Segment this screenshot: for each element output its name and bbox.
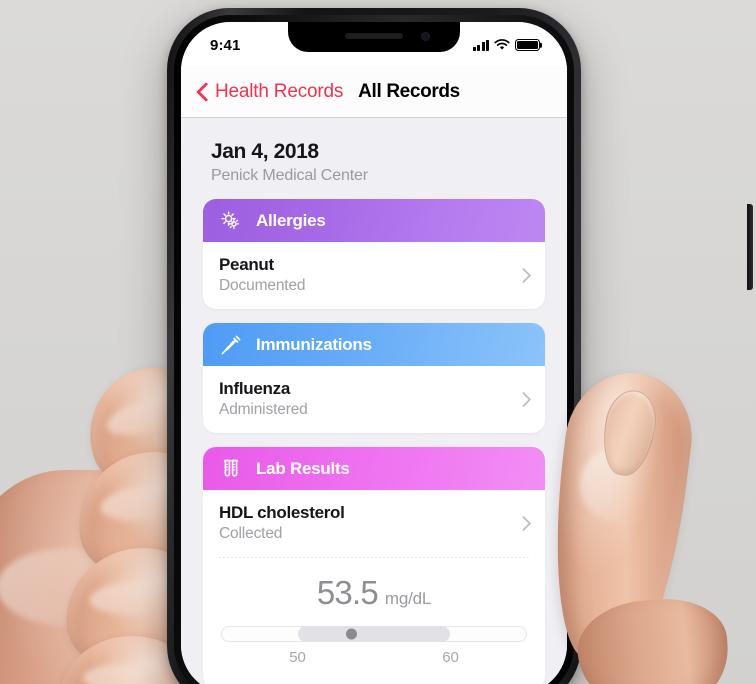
record-row-peanut[interactable]: Peanut Documented [203,242,545,309]
records-list[interactable]: Jan 4, 2018 Penick Medical Center Allerg… [181,118,567,684]
test-tubes-icon [219,457,243,481]
status-indicators [472,39,540,51]
chevron-left-icon [197,82,209,102]
wifi-icon [494,39,510,50]
smartphone-device: 9:41 Health Records All Records Jan 4, 2… [167,8,753,684]
chevron-right-icon [518,266,529,284]
status-time: 9:41 [210,36,241,54]
card-header-allergies: Allergies [203,199,545,242]
chevron-right-icon [518,390,529,408]
page-title: All Records [358,80,460,102]
row-text: HDL cholesterol Collected [219,503,508,543]
card-header-lab-results: Lab Results [203,447,545,490]
reference-range-track [221,626,527,642]
card-title-immunizations: Immunizations [256,334,372,354]
range-high-label: 60 [442,649,459,666]
thumb-knuckle [574,594,732,684]
record-date: Jan 4, 2018 [211,140,319,163]
row-subtitle: Administered [219,401,308,418]
lab-value-number: 53.5 [316,574,379,611]
cellular-signal-icon [472,39,489,51]
navigation-bar: Health Records All Records [181,66,567,118]
phone-screen: 9:41 Health Records All Records Jan 4, 2… [181,22,567,684]
card-title-allergies: Allergies [256,210,326,230]
record-row-hdl-cholesterol[interactable]: HDL cholesterol Collected [203,490,545,557]
reference-range-band [298,626,450,642]
row-title: HDL cholesterol [219,503,345,522]
lab-value-unit: mg/dL [384,589,432,608]
row-subtitle: Documented [219,277,306,294]
card-immunizations: Immunizations Influenza Administered [203,323,545,433]
battery-full-icon [515,39,540,51]
row-title: Influenza [219,379,290,398]
display-notch [288,22,460,52]
range-low-label: 50 [289,649,306,666]
card-title-lab-results: Lab Results [256,458,350,478]
row-text: Influenza Administered [219,379,508,419]
lab-value-readout: 53.5 mg/dL [219,574,529,612]
earpiece-speaker-icon [345,33,403,39]
date-header: Jan 4, 2018 Penick Medical Center [203,118,545,199]
row-subtitle: Collected [219,525,283,542]
allergen-icon [219,209,243,233]
thumbnail [596,386,662,480]
power-button[interactable] [747,204,753,290]
card-header-immunizations: Immunizations [203,323,545,366]
range-axis-labels: 50 60 [221,649,527,669]
syringe-icon [219,333,243,357]
chevron-right-icon [518,514,529,532]
lab-value-chart: 53.5 mg/dL 50 60 [203,558,545,684]
measurement-marker [345,628,357,640]
back-button[interactable]: Health Records [197,81,343,103]
card-allergies: Allergies Peanut Documented [203,199,545,309]
front-camera-icon [421,32,430,41]
record-row-influenza[interactable]: Influenza Administered [203,366,545,433]
record-facility: Penick Medical Center [211,167,368,184]
palm [0,470,190,684]
scene-background: 9:41 Health Records All Records Jan 4, 2… [0,0,756,684]
row-text: Peanut Documented [219,255,508,295]
row-title: Peanut [219,255,274,274]
back-button-label: Health Records [215,80,344,102]
card-lab-results: Lab Results HDL cholesterol Collected 53… [203,447,545,684]
